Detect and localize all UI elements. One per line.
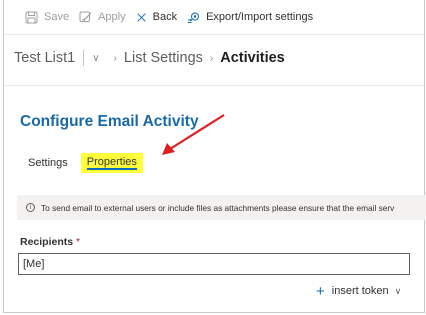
back-button[interactable]: Back	[136, 11, 177, 23]
insert-token-button[interactable]: + insert token ∨	[316, 282, 402, 300]
breadcrumb: Test List1 ∨ › List Settings › Activitie…	[14, 50, 285, 66]
tab-bar: Settings Properties	[28, 153, 157, 173]
apply-button[interactable]: Apply	[79, 11, 126, 24]
tab-settings[interactable]: Settings	[28, 157, 68, 173]
insert-token-label: insert token	[331, 285, 389, 297]
recipients-label-text: Recipients	[20, 236, 74, 248]
chevron-down-icon[interactable]: ∨	[92, 53, 99, 64]
info-message-bar: i To send email to external users or inc…	[17, 195, 426, 220]
toolbar-divider	[4, 34, 424, 35]
command-bar: Save Apply Back Export/Import settings	[4, 0, 424, 34]
plus-icon: +	[316, 282, 325, 300]
chevron-right-icon: ›	[113, 52, 117, 64]
recipients-label: Recipients *	[20, 236, 80, 248]
export-import-button[interactable]: Export/Import settings	[187, 11, 313, 24]
settings-panel: Save Apply Back Export/Import settings T…	[3, 0, 426, 313]
breadcrumb-site[interactable]: Test List1	[14, 50, 85, 66]
recipients-input[interactable]: [Me]	[18, 253, 410, 275]
required-indicator: *	[76, 236, 81, 248]
apply-icon	[79, 11, 92, 22]
red-arrow-annotation	[162, 114, 225, 155]
save-label: Save	[44, 11, 70, 23]
info-icon: i	[26, 203, 35, 212]
export-import-icon	[188, 12, 200, 23]
save-button[interactable]: Save	[25, 11, 69, 24]
chevron-right-icon: ›	[209, 52, 214, 64]
apply-label: Apply	[98, 11, 126, 23]
info-message-text: To send email to external users or inclu…	[41, 202, 395, 213]
breadcrumb-divider	[4, 85, 424, 86]
tab-properties[interactable]: Properties	[80, 153, 143, 173]
save-icon	[25, 11, 38, 23]
close-icon	[136, 12, 146, 22]
breadcrumb-current: Activities	[220, 50, 285, 66]
chevron-down-icon: ∨	[394, 285, 402, 296]
back-label: Back	[152, 11, 178, 23]
breadcrumb-list-settings[interactable]: List Settings	[124, 50, 203, 66]
export-import-label: Export/Import settings	[206, 11, 314, 23]
